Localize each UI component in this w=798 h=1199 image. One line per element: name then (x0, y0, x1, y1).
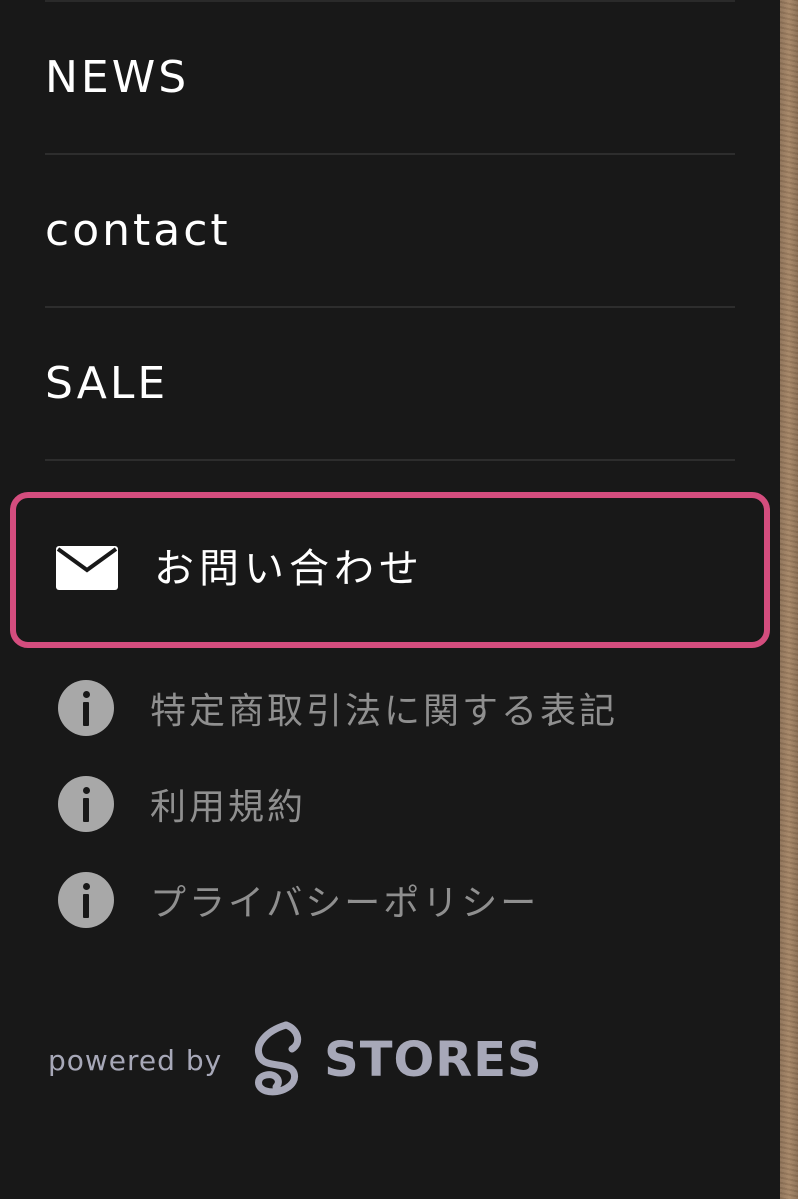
nav-item-news[interactable]: NEWS (45, 2, 735, 153)
powered-by-text: powered by (48, 1043, 223, 1077)
link-privacy-policy[interactable]: プライバシーポリシー (58, 852, 758, 948)
side-menu: NEWS contact SALE お問い合わせ 特定商取引法に関する表記 利用… (0, 0, 780, 1199)
link-label: 利用規約 (150, 787, 307, 828)
contact-label: お問い合わせ (154, 546, 424, 592)
nav-list: NEWS contact SALE (45, 0, 735, 461)
nav-item-contact[interactable]: contact (45, 155, 735, 306)
info-icon (58, 680, 114, 736)
link-label: プライバシーポリシー (150, 883, 540, 924)
powered-by-stores[interactable]: powered by STORES (48, 1020, 543, 1100)
contact-link[interactable]: お問い合わせ (10, 492, 770, 648)
info-link-list: 特定商取引法に関する表記 利用規約 プライバシーポリシー (58, 660, 758, 948)
info-icon (58, 872, 114, 928)
mail-icon (56, 546, 118, 590)
stores-logo-icon (255, 1021, 302, 1096)
info-icon (58, 776, 114, 832)
nav-item-label: SALE (45, 358, 169, 409)
nav-item-label: contact (45, 205, 231, 256)
link-terms[interactable]: 利用規約 (58, 756, 758, 852)
link-legal-notice[interactable]: 特定商取引法に関する表記 (58, 660, 758, 756)
stores-brand: STORES (324, 1032, 543, 1088)
link-label: 特定商取引法に関する表記 (150, 691, 619, 732)
nav-item-sale[interactable]: SALE (45, 308, 735, 459)
nav-divider (45, 459, 735, 461)
menu-page: NEWS contact SALE お問い合わせ 特定商取引法に関する表記 利用… (0, 0, 798, 1199)
nav-item-label: NEWS (45, 52, 190, 103)
background-strip (780, 0, 798, 1199)
